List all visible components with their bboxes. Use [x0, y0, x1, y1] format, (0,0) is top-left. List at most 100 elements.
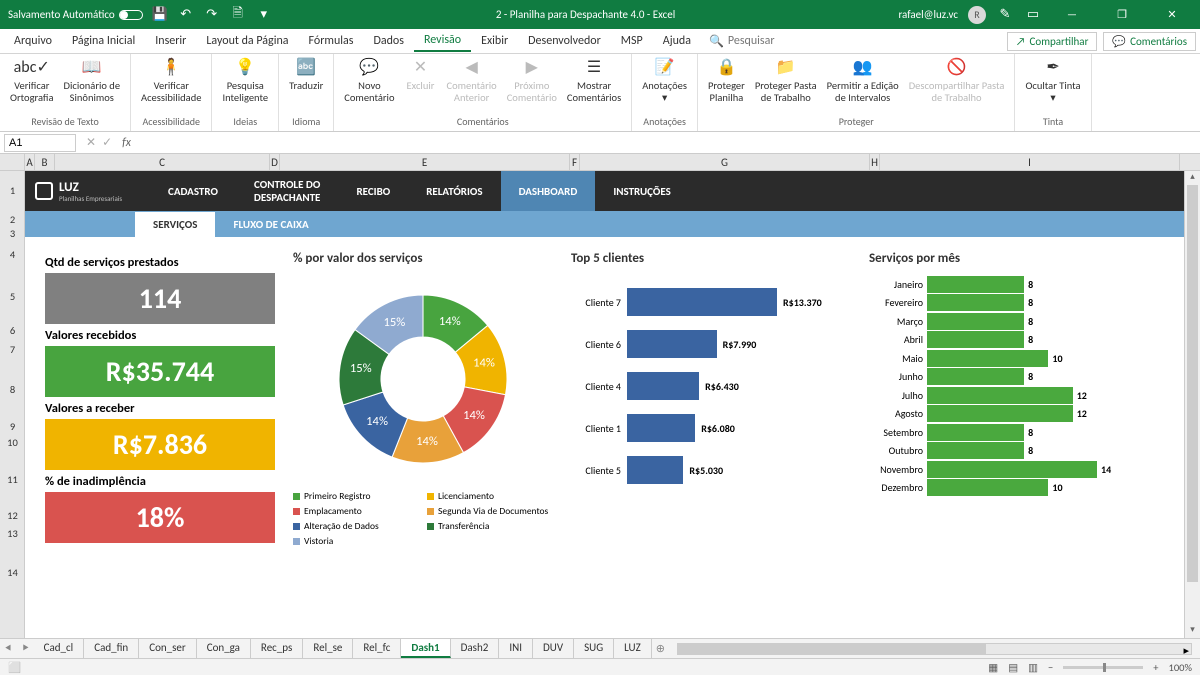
ribbon-pesquisa-inteligente[interactable]: 💡PesquisaInteligente [218, 56, 272, 105]
zoom-level[interactable]: 100% [1169, 661, 1192, 674]
coming-soon-icon[interactable]: ✎ [996, 6, 1014, 24]
search-input[interactable]: 🔍Pesquisar [709, 34, 775, 49]
enter-formula-icon[interactable]: ✓ [102, 135, 112, 150]
ribbon-ocultar-tinta-[interactable]: ✒Ocultar Tinta▾ [1021, 56, 1084, 105]
scroll-thumb[interactable] [678, 644, 986, 654]
view-break-icon[interactable]: ▥ [1028, 661, 1038, 674]
sheet-tab-dash1[interactable]: Dash1 [401, 639, 450, 658]
row-header-5[interactable]: 5 [0, 271, 25, 323]
macro-record-icon[interactable]: ⬜ [8, 661, 21, 674]
ribbon-novo-comentário[interactable]: 💬NovoComentário [340, 56, 398, 105]
menu-tab-msp[interactable]: MSP [611, 31, 653, 51]
ribbon-proteger-pasta-de-trabalho[interactable]: 📁Proteger Pastade Trabalho [751, 56, 821, 105]
save-icon[interactable]: 💾 [151, 6, 169, 24]
row-header-1[interactable]: 1 [0, 171, 25, 211]
ribbon-anotações-[interactable]: 📝Anotações▾ [638, 56, 691, 105]
menu-tab-ajuda[interactable]: Ajuda [653, 31, 701, 51]
ribbon-verificar-ortografia[interactable]: abc✓VerificarOrtografia [6, 56, 58, 105]
col-header-I[interactable]: I [880, 154, 1180, 171]
nav-relatórios[interactable]: RELATÓRIOS [408, 171, 500, 211]
sheet-tab-duv[interactable]: DUV [533, 639, 574, 658]
nav-dashboard[interactable]: DASHBOARD [501, 171, 596, 211]
sheet-tab-con_ga[interactable]: Con_ga [197, 639, 251, 658]
row-header-7[interactable]: 7 [0, 339, 25, 361]
ribbon-dicionário-de-sinônimos[interactable]: 📖Dicionário deSinônimos [60, 56, 125, 105]
customize-qat-icon[interactable]: ▾ [255, 6, 273, 24]
undo-icon[interactable]: ↶ [177, 6, 195, 24]
menu-tab-arquivo[interactable]: Arquivo [4, 31, 62, 51]
nav-recibo[interactable]: RECIBO [338, 171, 408, 211]
sheet-tab-cad_cl[interactable]: Cad_cl [34, 639, 85, 658]
tab-nav-first-icon[interactable]: ⯇ [0, 642, 17, 656]
col-header-B[interactable]: B [35, 154, 55, 171]
quickprint-icon[interactable]: 🗎 [229, 6, 247, 24]
menu-tab-layout-da-página[interactable]: Layout da Página [196, 31, 298, 51]
close-button[interactable]: ✕ [1152, 0, 1192, 29]
row-header-6[interactable]: 6 [0, 323, 25, 339]
redo-icon[interactable]: ↷ [203, 6, 221, 24]
nav-cadastro[interactable]: CADASTRO [150, 171, 236, 211]
row-header-9[interactable]: 9 [0, 419, 25, 435]
ribbon-traduzir[interactable]: 🔤Traduzir [285, 56, 327, 94]
row-header-14[interactable]: 14 [0, 545, 25, 601]
zoom-in-icon[interactable]: + [1153, 661, 1158, 674]
tab-nav-last-icon[interactable]: ⯈ [17, 642, 34, 656]
col-header-H[interactable]: H [870, 154, 880, 171]
ribbon-mode-icon[interactable]: ▭ [1024, 6, 1042, 24]
sheet-tab-sug[interactable]: SUG [574, 639, 614, 658]
zoom-out-icon[interactable]: − [1048, 661, 1053, 674]
sheet-tab-dash2[interactable]: Dash2 [451, 639, 500, 658]
sheet-tab-ini[interactable]: INI [499, 639, 533, 658]
scroll-up-icon[interactable]: ▴ [1185, 171, 1200, 185]
col-header-G[interactable]: G [580, 154, 870, 171]
sheet-tab-luz[interactable]: LUZ [614, 639, 652, 658]
col-header-D[interactable]: D [270, 154, 280, 171]
comments-button[interactable]: 💬Comentários [1103, 32, 1196, 51]
sheet-tab-cad_fin[interactable]: Cad_fin [84, 639, 139, 658]
sheet-tab-rel_se[interactable]: Rel_se [303, 639, 353, 658]
zoom-slider[interactable] [1063, 666, 1143, 669]
scroll-down-icon[interactable]: ▾ [1185, 624, 1200, 638]
row-header-10[interactable]: 10 [0, 435, 25, 451]
user-email[interactable]: rafael@luz.vc [898, 8, 958, 21]
menu-tab-desenvolvedor[interactable]: Desenvolvedor [518, 31, 611, 51]
maximize-button[interactable]: ❐ [1102, 0, 1142, 29]
share-button[interactable]: ↗Compartilhar [1007, 32, 1098, 51]
sheet-tab-con_ser[interactable]: Con_ser [139, 639, 197, 658]
name-box[interactable] [4, 134, 76, 152]
cancel-formula-icon[interactable]: ✕ [86, 135, 96, 150]
menu-tab-página-inicial[interactable]: Página Inicial [62, 31, 145, 51]
menu-tab-dados[interactable]: Dados [363, 31, 413, 51]
view-layout-icon[interactable]: ▤ [1008, 661, 1018, 674]
ribbon-mostrar-comentários[interactable]: ☰MostrarComentários [563, 56, 625, 105]
subtab-fluxo-de-caixa[interactable]: FLUXO DE CAIXA [215, 212, 326, 237]
sheet-tab-rec_ps[interactable]: Rec_ps [251, 639, 303, 658]
menu-tab-inserir[interactable]: Inserir [145, 31, 196, 51]
ribbon-permitir-a-edição-de-intervalos[interactable]: 👥Permitir a Ediçãode Intervalos [823, 56, 903, 105]
scroll-thumb[interactable] [1187, 185, 1198, 582]
row-header-13[interactable]: 13 [0, 523, 25, 545]
ribbon-verificar-acessibilidade[interactable]: 🧍VerificarAcessibilidade [137, 56, 205, 105]
nav-instruções[interactable]: INSTRUÇÕES [595, 171, 688, 211]
row-header-8[interactable]: 8 [0, 361, 25, 419]
avatar[interactable]: R [968, 6, 986, 24]
row-header-11[interactable]: 11 [0, 451, 25, 509]
autosave-toggle[interactable]: Salvamento Automático [8, 8, 143, 21]
horizontal-scrollbar[interactable]: ◂▸ [677, 643, 1192, 655]
menu-tab-exibir[interactable]: Exibir [471, 31, 518, 51]
col-header-F[interactable]: F [570, 154, 580, 171]
menu-tab-fórmulas[interactable]: Fórmulas [299, 31, 364, 51]
new-sheet-icon[interactable]: ⊕ [652, 642, 669, 655]
col-header-E[interactable]: E [280, 154, 570, 171]
vertical-scrollbar[interactable]: ▴ ▾ [1184, 171, 1200, 638]
minimize-button[interactable]: — [1052, 0, 1092, 29]
col-header-A[interactable]: A [25, 154, 35, 171]
select-all-corner[interactable] [0, 154, 25, 170]
toggle-off-icon[interactable] [119, 10, 143, 20]
menu-tab-revisão[interactable]: Revisão [414, 30, 471, 52]
formula-input[interactable] [135, 133, 1200, 152]
view-normal-icon[interactable]: ▦ [988, 661, 998, 674]
ribbon-proteger-planilha[interactable]: 🔒ProtegerPlanilha [704, 56, 749, 105]
fx-icon[interactable]: fx [118, 136, 135, 150]
row-header-12[interactable]: 12 [0, 509, 25, 523]
